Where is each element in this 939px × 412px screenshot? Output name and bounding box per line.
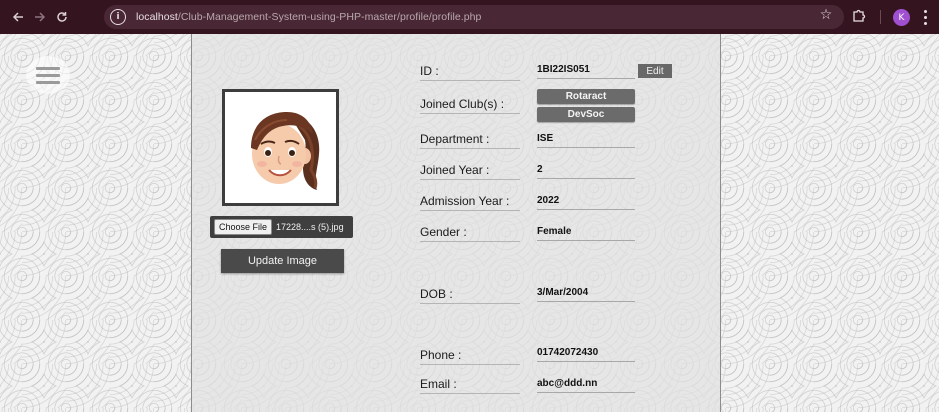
id-label: ID : bbox=[420, 64, 520, 81]
joined-year-label: Joined Year : bbox=[420, 163, 520, 180]
toolbar-divider bbox=[880, 10, 881, 24]
email-label: Email : bbox=[420, 377, 520, 394]
hamburger-menu-icon[interactable] bbox=[26, 56, 70, 94]
extensions-puzzle-icon[interactable] bbox=[851, 8, 869, 26]
choose-file-button[interactable]: Choose File bbox=[214, 219, 273, 235]
id-value: 1BI22IS051 bbox=[537, 64, 635, 79]
dob-label: DOB : bbox=[420, 287, 520, 304]
bookmark-star-icon[interactable]: ☆ bbox=[816, 7, 836, 23]
update-image-button[interactable]: Update Image bbox=[221, 249, 344, 273]
joined-clubs-label: Joined Club(s) : bbox=[420, 97, 520, 114]
back-arrow-icon[interactable] bbox=[7, 6, 29, 28]
club-button-rotaract[interactable]: Rotaract bbox=[537, 89, 635, 104]
department-label: Department : bbox=[420, 132, 520, 149]
dob-value: 3/Mar/2004 bbox=[537, 287, 635, 302]
reload-icon[interactable] bbox=[51, 6, 73, 28]
site-info-icon[interactable]: i bbox=[110, 9, 126, 25]
profile-avatar[interactable]: K bbox=[893, 9, 910, 26]
club-button-devsoc[interactable]: DevSoc bbox=[537, 107, 635, 122]
address-bar[interactable]: i localhost/Club-Management-System-using… bbox=[104, 5, 844, 29]
admission-year-value: 2022 bbox=[537, 195, 635, 210]
email-value: abc@ddd.nn bbox=[537, 378, 635, 393]
gender-value: Female bbox=[537, 226, 635, 241]
edit-button[interactable]: Edit bbox=[638, 64, 672, 78]
gender-label: Gender : bbox=[420, 225, 520, 242]
selected-file-name: 17228....s (5).jpg bbox=[276, 222, 344, 232]
phone-label: Phone : bbox=[420, 348, 520, 365]
joined-year-value: 2 bbox=[537, 164, 635, 179]
profile-photo bbox=[222, 89, 339, 206]
profile-container: Choose File 17228....s (5).jpg Update Im… bbox=[191, 34, 721, 412]
url-text: localhost/Club-Management-System-using-P… bbox=[136, 11, 481, 23]
browser-menu-icon[interactable] bbox=[918, 8, 932, 26]
admission-year-label: Admission Year : bbox=[420, 194, 520, 211]
url-path: /Club-Management-System-using-PHP-master… bbox=[177, 11, 482, 23]
url-host: localhost bbox=[136, 11, 178, 23]
phone-value: 01742072430 bbox=[537, 347, 635, 362]
forward-arrow-icon[interactable] bbox=[29, 6, 51, 28]
page-background: Choose File 17228....s (5).jpg Update Im… bbox=[0, 34, 939, 412]
memoji-avatar-image bbox=[250, 111, 319, 190]
browser-toolbar: i localhost/Club-Management-System-using… bbox=[0, 0, 939, 34]
department-value: ISE bbox=[537, 133, 635, 148]
file-chooser[interactable]: Choose File 17228....s (5).jpg bbox=[210, 216, 353, 238]
